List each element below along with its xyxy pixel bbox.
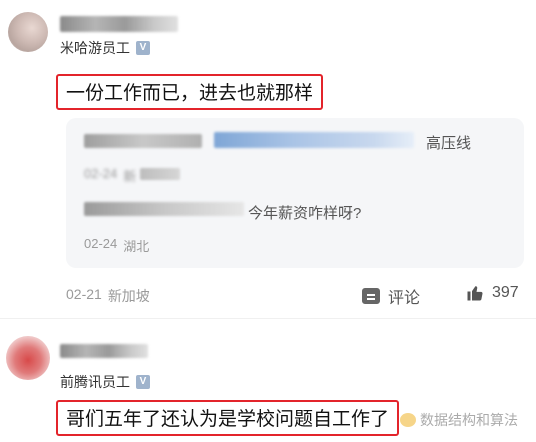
username-blurred[interactable] [60,344,148,358]
reply-suffix: 高压线 [426,135,472,152]
comment-text: 哥们五年了还认为是学校问题自工作了 [56,400,400,436]
comment-text: 一份工作而已，进去也就那样 [56,74,324,110]
reply-username-blurred [84,134,202,148]
comment-button[interactable]: 评论 [362,284,420,308]
watermark: 数据结构和算法 [400,410,518,430]
comment-text-content: 一份工作而已，进去也就那样 [66,83,314,104]
watermark-text: 数据结构和算法 [420,412,518,428]
comment-time: 02-21 [66,286,102,302]
reply-location: 新 [123,169,137,184]
reply-time: 02-24 [84,236,118,251]
company-tag: 米哈游员工 V [60,38,150,58]
reply-location: 湖北 [123,239,150,254]
company-label: 米哈游员工 [60,40,130,56]
wechat-icon [400,413,416,427]
company-tag: 前腾讯员工 V [60,372,150,392]
reply-username-blurred[interactable] [84,202,244,216]
comment-meta: 02-21 新加坡 [66,286,150,306]
like-count: 397 [492,284,519,301]
reply-time: 02-24 [84,166,118,181]
reply-meta: 02-24 湖北 [84,236,149,255]
reply-mention-blurred[interactable] [214,132,414,148]
avatar[interactable] [8,12,48,52]
like-button[interactable]: 397 [466,284,519,302]
verified-badge-icon: V [136,375,150,389]
comment-location: 新加坡 [107,288,150,304]
reply-text: 今年薪资咋样呀? [248,205,362,222]
reply-meta: 02-24 新 [84,166,136,185]
divider [0,318,536,319]
comment-text-content: 哥们五年了还认为是学校问题自工作了 [66,409,390,430]
company-label: 前腾讯员工 [60,374,130,390]
reply-meta-blur [140,168,180,180]
comment-icon [362,288,380,304]
avatar[interactable] [6,336,50,380]
comment-button-label: 评论 [388,290,421,307]
verified-badge-icon: V [136,41,150,55]
username-blurred[interactable] [60,16,178,32]
thumbs-up-icon [467,286,483,301]
